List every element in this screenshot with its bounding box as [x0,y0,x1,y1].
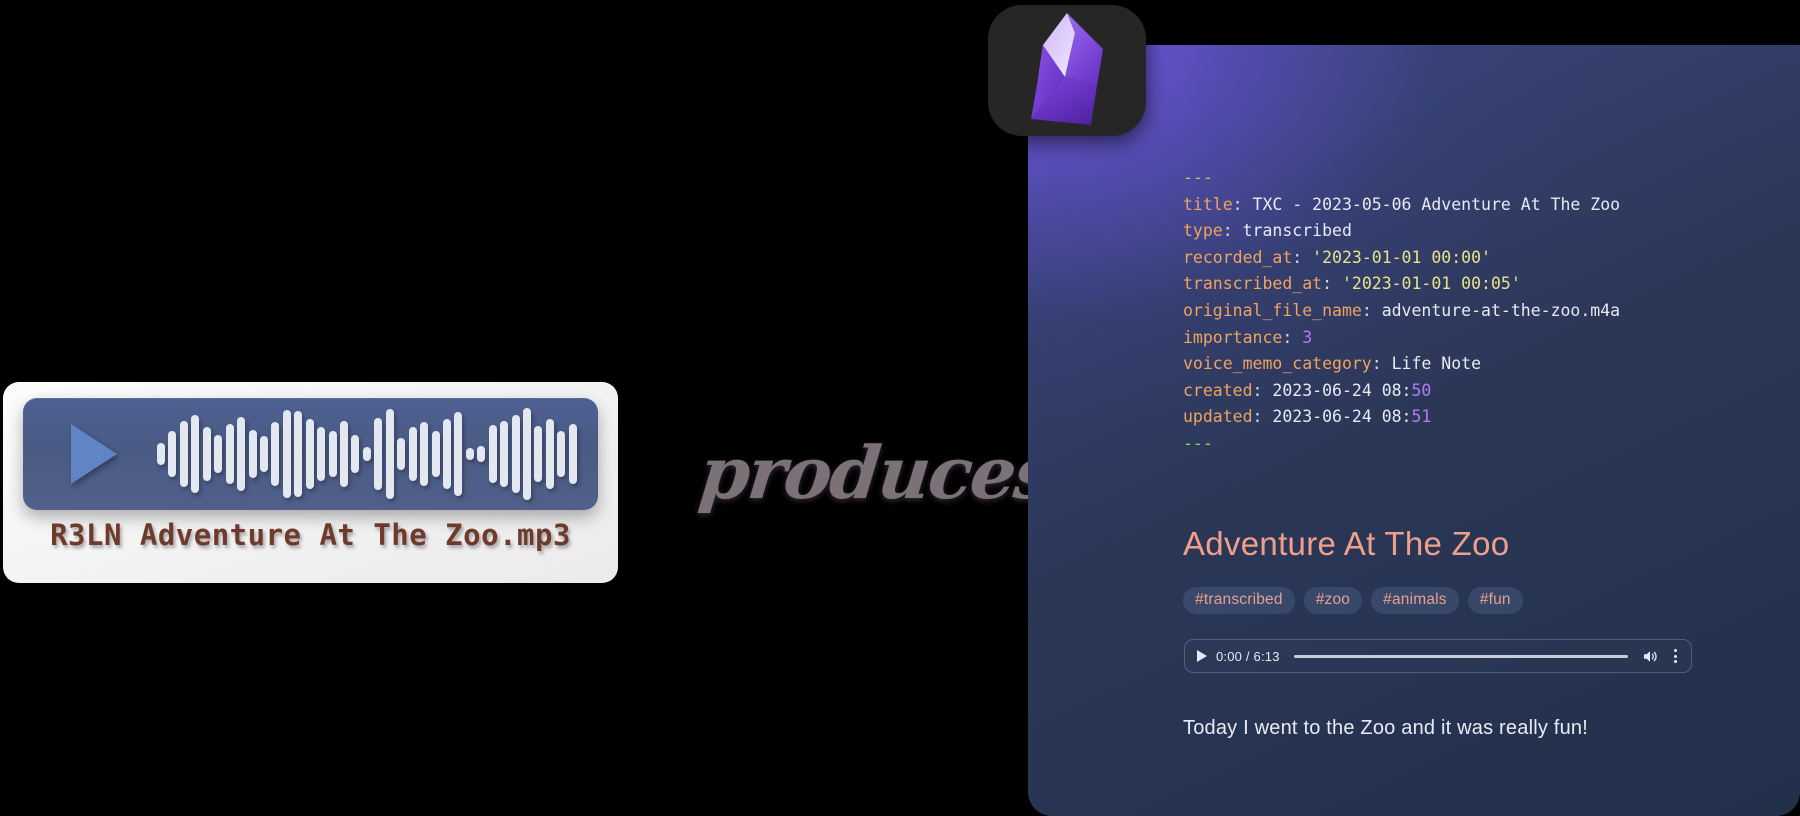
waveform-bar [179,421,188,487]
waveform-bar [237,417,246,491]
waveform-bar [294,411,303,497]
frontmatter-field-updated: updated: 2023-06-24 08:51 [1183,407,1432,427]
waveform-bar [214,435,223,473]
frontmatter-field-original_file_name: original_file_name: adventure-at-the-zoo… [1183,300,1621,320]
note-tag[interactable]: #fun [1467,587,1523,614]
waveform-bar [259,436,268,472]
waveform-bar [477,446,486,462]
waveform-bar [523,408,531,500]
waveform-bar [168,431,177,477]
waveform-bar [568,424,577,484]
note-content: --- title: TXC - 2023-05-06 Adventure At … [1028,45,1800,816]
produces-label: produces [695,430,1058,515]
volume-icon[interactable] [1642,649,1659,664]
waveform-bar [191,415,200,493]
waveform-bar [340,421,348,487]
waveform-bar [431,431,440,477]
frontmatter-field-importance: importance: 3 [1183,327,1313,347]
waveform-bar [202,427,211,481]
frontmatter-field-title: title: TXC - 2023-05-06 Adventure At The… [1183,194,1621,214]
waveform-icon [157,404,577,504]
waveform-bar [362,447,371,461]
audio-file-name: R3LN Adventure At The Zoo.mp3 [50,518,571,552]
frontmatter-field-transcribed_at: transcribed_at: '2023-01-01 00:05' [1183,274,1521,294]
waveform-bar [488,425,497,483]
play-icon[interactable] [1197,650,1207,662]
player-progress-bar[interactable] [1293,654,1628,658]
audio-card-player-panel[interactable] [23,398,598,510]
frontmatter-close-delimiter: --- [1183,433,1213,453]
frontmatter-open-delimiter: --- [1183,168,1213,187]
waveform-bar [248,430,257,478]
screenshot-stage: R3LN Adventure At The Zoo.mp3 produces -… [0,0,1800,816]
waveform-bar [511,415,520,493]
embedded-audio-player[interactable]: 0:00 / 6:13 [1184,639,1692,673]
waveform-bar [397,438,406,470]
waveform-bar [351,435,360,473]
audio-file-card[interactable]: R3LN Adventure At The Zoo.mp3 [3,382,618,583]
waveform-bar [557,431,566,477]
frontmatter-field-recorded_at: recorded_at: '2023-01-01 00:00' [1183,247,1491,267]
note-body-text: Today I went to the Zoo and it was reall… [1183,717,1588,739]
waveform-bar [500,421,509,487]
waveform-bar [374,418,383,490]
waveform-bar [225,424,234,484]
waveform-bar [317,427,326,481]
note-tag[interactable]: #zoo [1303,587,1363,614]
frontmatter-field-created: created: 2023-06-24 08:50 [1183,380,1432,400]
waveform-bar [534,426,543,482]
note-heading: Adventure At The Zoo [1183,525,1510,562]
waveform-bar [305,419,314,489]
waveform-bar [465,448,474,460]
note-tag[interactable]: #animals [1371,587,1459,614]
note-frontmatter: --- title: TXC - 2023-05-06 Adventure At … [1183,165,1620,458]
kebab-menu-icon[interactable] [1668,648,1682,664]
waveform-bar [328,431,337,477]
play-triangle-icon[interactable] [71,424,117,484]
waveform-bar [408,427,417,481]
frontmatter-field-type: type: transcribed [1183,221,1352,241]
waveform-bar [442,419,451,489]
waveform-bar [420,422,429,486]
note-tag-list: #transcribed #zoo #animals #fun [1183,587,1523,614]
obsidian-logo-icon [988,5,1146,136]
waveform-bar [545,419,554,489]
player-time-display: 0:00 / 6:13 [1216,648,1280,664]
obsidian-note-panel: --- title: TXC - 2023-05-06 Adventure At … [1028,45,1800,816]
waveform-bar [454,412,463,496]
waveform-bar [282,410,291,498]
waveform-bar [385,409,394,499]
waveform-bar [157,443,165,465]
waveform-bar [271,422,280,486]
frontmatter-field-voice_memo_category: voice_memo_category: Life Note [1183,354,1482,374]
note-tag[interactable]: #transcribed [1183,587,1295,614]
